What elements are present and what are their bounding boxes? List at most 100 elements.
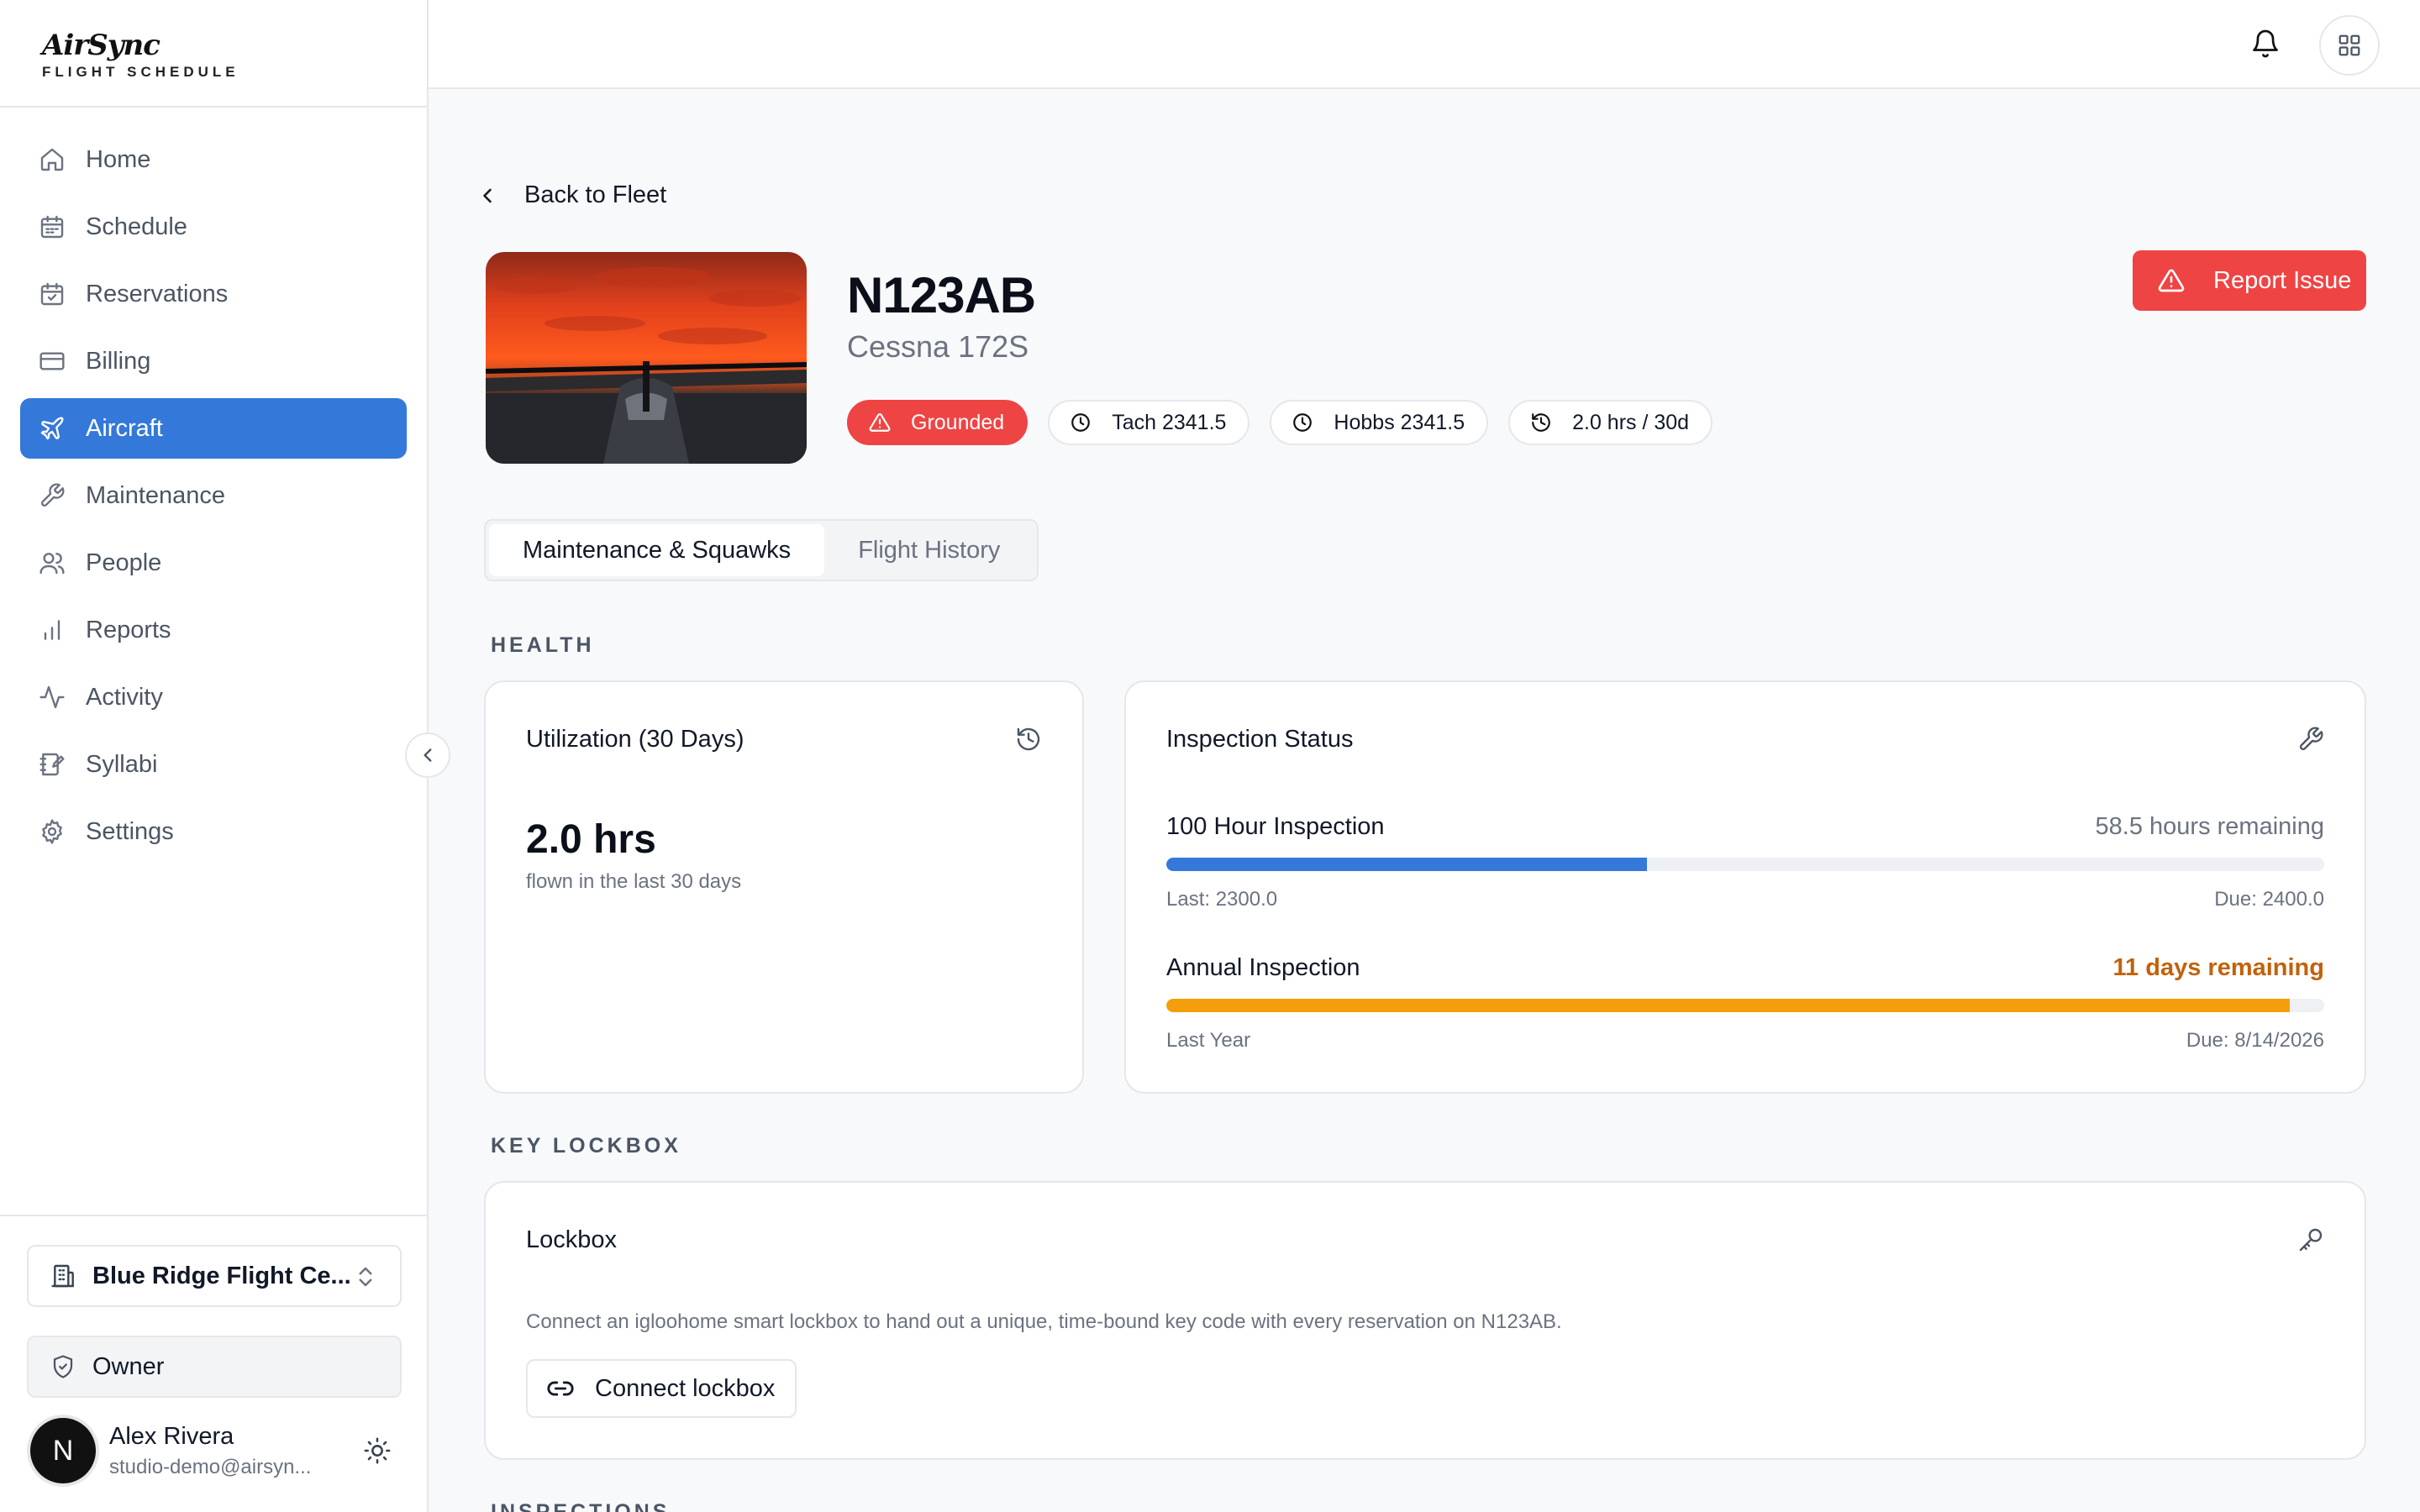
logo-subtitle: FLIGHT SCHEDULE <box>42 64 239 80</box>
sidebar-item-label: Reports <box>86 616 171 643</box>
warning-triangle-icon <box>869 413 891 432</box>
tab-maintenance-squawks[interactable]: Maintenance & Squawks <box>489 524 825 576</box>
sidebar-footer: Blue Ridge Flight Ce... Owner N Alex Riv… <box>0 1215 427 1512</box>
sidebar-nav: Home Schedule Reservations Billing Aircr… <box>0 108 427 862</box>
role-badge: Owner <box>27 1336 402 1398</box>
building-icon <box>51 1264 74 1288</box>
organization-name: Blue Ridge Flight Ce... <box>92 1262 351 1289</box>
usage-badge: 2.0 hrs / 30d <box>1508 400 1713 445</box>
usage-label: 2.0 hrs / 30d <box>1572 410 1690 434</box>
inspection-last: Last Year <box>1166 1029 1251 1052</box>
utilization-card: Utilization (30 Days) 2.0 hrs flown in t… <box>484 680 1084 1094</box>
sidebar-item-reports[interactable]: Reports <box>20 600 407 660</box>
home-icon <box>40 148 64 171</box>
section-inspections-heading: INSPECTIONS <box>491 1500 671 1512</box>
chevron-left-icon <box>483 188 492 202</box>
inspection-last: Last: 2300.0 <box>1166 888 1278 911</box>
back-label: Back to Fleet <box>524 181 667 208</box>
sidebar-item-label: Settings <box>86 817 174 845</box>
role-label: Owner <box>92 1352 165 1380</box>
hobbs-badge: Hobbs 2341.5 <box>1270 400 1489 445</box>
status-badge: Grounded <box>847 400 1028 445</box>
sidebar-item-label: Activity <box>86 683 163 711</box>
inspection-progress-bar <box>1166 858 2324 871</box>
aircraft-model: Cessna 172S <box>847 329 1029 364</box>
report-issue-label: Report Issue <box>2213 266 2352 294</box>
sidebar-item-label: Reservations <box>86 280 229 307</box>
sidebar-item-people[interactable]: People <box>20 533 407 593</box>
inspection-annual: Annual Inspection 11 days remaining Last… <box>1166 954 2324 1053</box>
connect-lockbox-button[interactable]: Connect lockbox <box>526 1359 797 1418</box>
warning-triangle-icon <box>2158 269 2185 292</box>
inspection-100-hour: 100 Hour Inspection 58.5 hours remaining… <box>1166 813 2324 911</box>
sidebar-item-label: People <box>86 549 162 576</box>
sidebar-item-billing[interactable]: Billing <box>20 331 407 391</box>
tab-flight-history[interactable]: Flight History <box>824 524 1034 576</box>
inspection-progress-fill <box>1166 858 1647 871</box>
history-icon <box>1532 413 1550 432</box>
aircraft-badges: Grounded Tach 2341.5 Hobbs 2341.5 2.0 hr… <box>847 400 1733 445</box>
tach-badge: Tach 2341.5 <box>1048 400 1250 445</box>
clock-icon <box>1293 413 1313 432</box>
history-icon[interactable] <box>1015 726 1042 753</box>
utilization-subtitle: flown in the last 30 days <box>526 870 742 893</box>
shield-check-icon <box>53 1355 73 1378</box>
notebook-icon <box>39 753 65 776</box>
avatar: N <box>30 1418 96 1483</box>
calendar-icon <box>40 215 64 239</box>
link-icon <box>547 1381 574 1396</box>
sidebar-item-label: Home <box>86 145 151 173</box>
inspection-progress-fill <box>1166 999 2290 1012</box>
sidebar-item-activity[interactable]: Activity <box>20 667 407 727</box>
grid-icon <box>2338 34 2360 56</box>
sidebar-item-label: Maintenance <box>86 481 226 509</box>
wrench-icon[interactable] <box>2297 726 2324 753</box>
inspection-status-card: Inspection Status 100 Hour Inspection 58… <box>1124 680 2366 1094</box>
chevrons-up-down-icon <box>359 1267 372 1287</box>
sidebar-item-maintenance[interactable]: Maintenance <box>20 465 407 526</box>
sidebar-item-syllabi[interactable]: Syllabi <box>20 734 407 795</box>
users-icon <box>39 553 65 575</box>
sidebar-item-settings[interactable]: Settings <box>20 801 407 862</box>
clock-icon <box>1071 413 1091 432</box>
bar-chart-icon <box>44 620 60 640</box>
logo[interactable]: AirSync FLIGHT SCHEDULE <box>0 0 427 108</box>
inspection-progress-bar <box>1166 999 2324 1012</box>
activity-icon <box>39 685 65 709</box>
status-badge-label: Grounded <box>911 410 1005 434</box>
inspection-remaining: 11 days remaining <box>2112 954 2324 981</box>
aircraft-tail-number: N123AB <box>847 267 1036 323</box>
sidebar-item-label: Billing <box>86 347 151 375</box>
sidebar: AirSync FLIGHT SCHEDULE Home Schedule Re… <box>0 0 429 1512</box>
report-issue-button[interactable]: Report Issue <box>2133 250 2366 311</box>
sidebar-item-label: Aircraft <box>86 414 163 442</box>
sidebar-item-schedule[interactable]: Schedule <box>20 197 407 257</box>
gear-icon <box>42 819 62 844</box>
sun-icon[interactable] <box>363 1436 392 1465</box>
inspection-name: 100 Hour Inspection <box>1166 813 1385 840</box>
user-email: studio-demo@airsyn... <box>109 1455 312 1478</box>
inspection-due: Due: 8/14/2026 <box>2186 1029 2324 1052</box>
aircraft-photo <box>486 252 807 464</box>
inspection-name: Annual Inspection <box>1166 954 1360 981</box>
utilization-value: 2.0 hrs <box>526 817 656 862</box>
main-content: Back to Fleet N123AB Cessna 172S Grounde… <box>429 89 2420 1512</box>
back-to-fleet-link[interactable]: Back to Fleet <box>476 181 666 209</box>
inspection-remaining: 58.5 hours remaining <box>2095 813 2324 840</box>
logo-wordmark: AirSync <box>42 29 160 62</box>
sidebar-item-home[interactable]: Home <box>20 129 407 190</box>
sidebar-item-reservations[interactable]: Reservations <box>20 264 407 324</box>
inspection-title: Inspection Status <box>1166 726 1354 753</box>
calendar-check-icon <box>40 282 64 306</box>
lockbox-title: Lockbox <box>526 1226 618 1253</box>
key-icon <box>2299 1228 2323 1252</box>
bell-icon[interactable] <box>2250 29 2281 59</box>
aircraft-tabs: Maintenance & Squawks Flight History <box>484 519 1039 581</box>
hobbs-label: Hobbs 2341.5 <box>1334 410 1465 434</box>
apps-button[interactable] <box>2319 15 2380 76</box>
sidebar-item-aircraft[interactable]: Aircraft <box>20 398 407 459</box>
user-name: Alex Rivera <box>109 1422 234 1450</box>
organization-select[interactable]: Blue Ridge Flight Ce... <box>27 1245 402 1307</box>
tach-label: Tach 2341.5 <box>1112 410 1227 434</box>
user-profile[interactable]: N Alex Rivera studio-demo@airsyn... <box>30 1415 402 1487</box>
